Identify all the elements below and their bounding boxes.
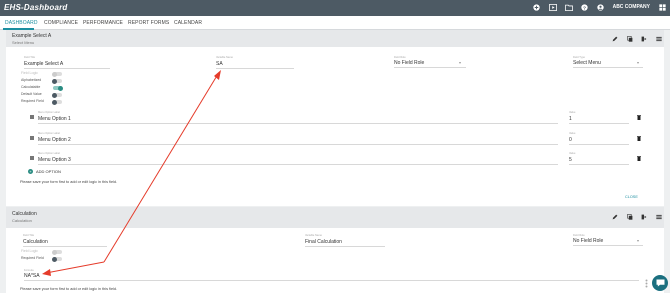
- arrowhead-down: [42, 269, 51, 276]
- arrow-line-down: [45, 261, 105, 274]
- annotation-arrows: [42, 70, 221, 276]
- arrow-line-up: [103, 73, 219, 263]
